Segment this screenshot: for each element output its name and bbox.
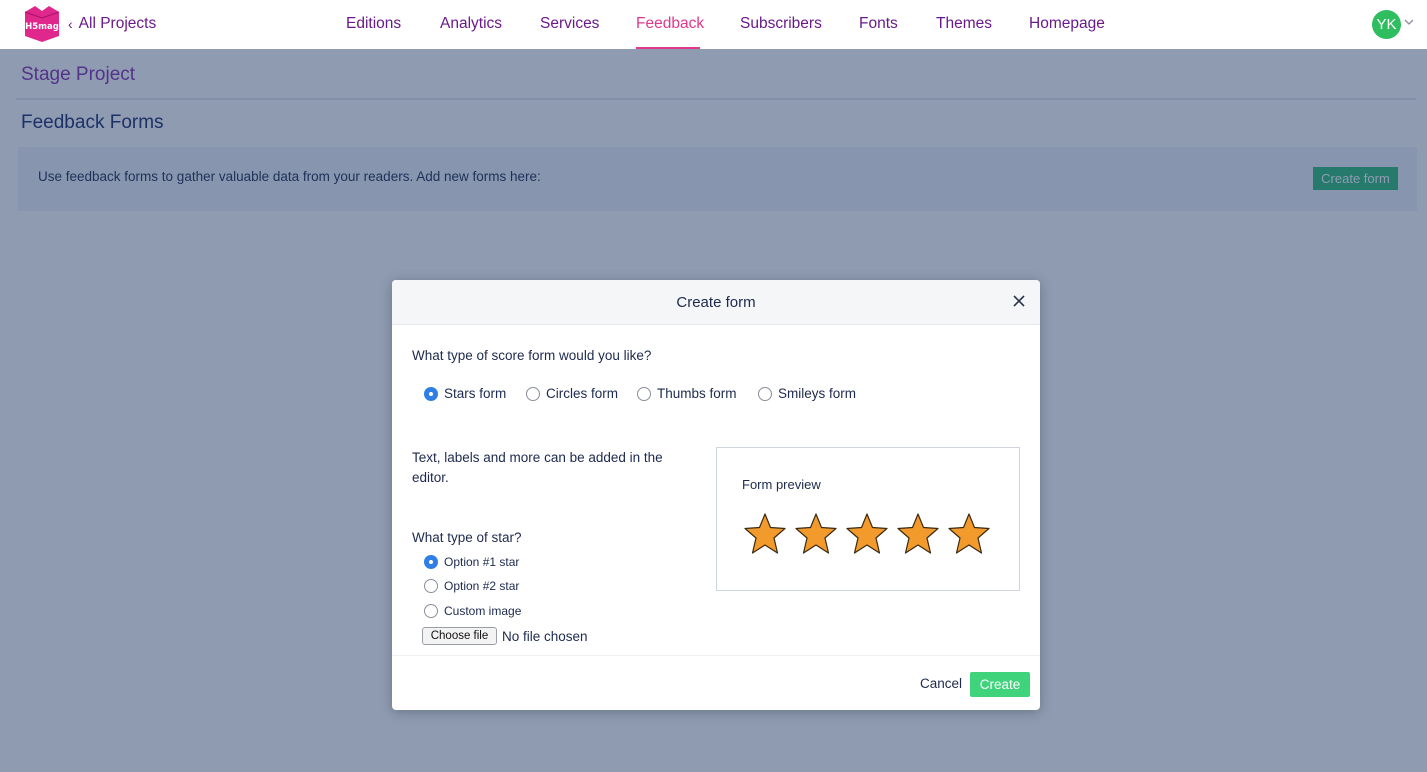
radio-circles-form[interactable]: Circles form <box>526 386 618 401</box>
radio-stars-form[interactable]: Stars form <box>424 386 506 401</box>
nav-fonts[interactable]: Fonts <box>859 15 898 33</box>
radio-label: Thumbs form <box>657 386 737 401</box>
nav-analytics[interactable]: Analytics <box>440 15 502 33</box>
form-preview: Form preview <box>716 447 1020 591</box>
radio-button[interactable] <box>424 604 438 618</box>
chevron-down-icon[interactable] <box>1404 17 1414 27</box>
form-type-radio-group: Stars form Circles form Thumbs form Smil… <box>392 386 1040 406</box>
radio-thumbs-form[interactable]: Thumbs form <box>637 386 737 401</box>
nav-services[interactable]: Services <box>540 15 599 33</box>
star-icon <box>897 513 939 554</box>
create-button[interactable]: Create <box>970 672 1030 697</box>
nav-editions[interactable]: Editions <box>346 15 401 33</box>
radio-option-1-star[interactable]: Option #1 star <box>424 555 519 569</box>
close-icon[interactable] <box>1012 294 1026 308</box>
nav-feedback[interactable]: Feedback <box>636 15 704 33</box>
radio-label: Option #2 star <box>444 579 520 593</box>
radio-button[interactable] <box>526 386 540 401</box>
radio-label: Stars form <box>444 386 507 401</box>
cancel-button[interactable]: Cancel <box>920 676 962 691</box>
radio-label: Circles form <box>546 386 619 401</box>
editor-hint: Text, labels and more can be added in th… <box>412 450 663 485</box>
user-avatar[interactable]: YK <box>1372 10 1401 39</box>
radio-custom-image[interactable]: Custom image <box>424 604 521 618</box>
modal-footer: Cancel Create <box>392 655 1040 710</box>
preview-label: Form preview <box>742 477 821 492</box>
choose-file-button[interactable]: Choose file <box>422 627 497 645</box>
radio-button-checked[interactable] <box>424 386 438 401</box>
radio-button[interactable] <box>758 386 772 401</box>
nav-subscribers[interactable]: Subscribers <box>740 15 822 33</box>
file-status: No file chosen <box>502 628 588 644</box>
score-type-question: What type of score form would you like? <box>412 348 652 363</box>
radio-smileys-form[interactable]: Smileys form <box>758 386 856 401</box>
modal-title: Create form <box>676 294 756 311</box>
nav-homepage[interactable]: Homepage <box>1029 15 1105 33</box>
radio-label: Smileys form <box>778 386 857 401</box>
radio-button[interactable] <box>637 386 651 401</box>
radio-button[interactable] <box>424 579 438 593</box>
nav-themes[interactable]: Themes <box>936 15 992 33</box>
create-form-modal: Create form What type of score form woul… <box>392 280 1040 710</box>
modal-header: Create form <box>392 280 1040 325</box>
radio-button-checked[interactable] <box>424 555 438 569</box>
radio-label: Option #1 star <box>444 555 520 569</box>
star-type-question: What type of star? <box>412 530 522 545</box>
star-icon <box>846 513 888 554</box>
star-icon <box>948 513 990 554</box>
star-icon <box>744 513 786 554</box>
top-navbar: H5mag ‹ All Projects Editions Analytics … <box>0 0 1427 49</box>
star-icon <box>795 513 837 554</box>
file-upload: Choose file No file chosen <box>422 627 588 645</box>
radio-label: Custom image <box>444 604 522 618</box>
radio-option-2-star[interactable]: Option #2 star <box>424 579 519 593</box>
main-nav: Editions Analytics Services Feedback Sub… <box>0 0 1427 49</box>
